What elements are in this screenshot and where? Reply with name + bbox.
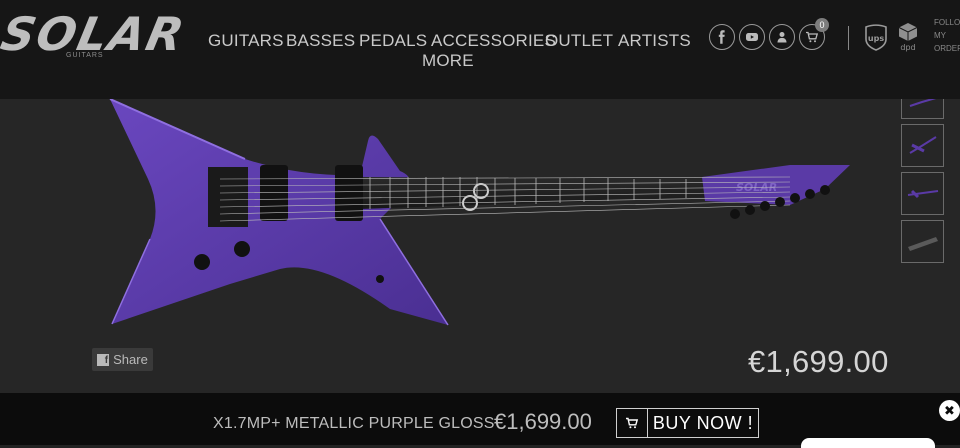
thumbnail-guitar-icon [907, 189, 939, 199]
ups-icon: ups [865, 24, 887, 51]
account-link[interactable] [769, 24, 795, 50]
buy-now-label: BUY NOW ! [652, 412, 754, 433]
header-divider [848, 26, 849, 50]
share-button[interactable]: f Share [92, 348, 153, 371]
nav-accessories[interactable]: ACCESSORIES [431, 31, 556, 51]
logo-text: SOLAR [0, 7, 191, 61]
logo-subtitle: GUITARS [66, 52, 104, 59]
product-gallery: SOLAR f Share €1,699.00 [0, 99, 960, 393]
dpd-text: dpd [900, 43, 915, 52]
thumbnail-case-icon [908, 237, 938, 251]
cart-icon [806, 31, 819, 43]
follow-line-1: FOLLO [934, 18, 960, 27]
facebook-icon [718, 30, 725, 44]
youtube-link[interactable] [739, 24, 765, 50]
sticky-product-price: €1,699.00 [494, 409, 592, 434]
buy-now-button[interactable]: BUY NOW ! [616, 408, 759, 438]
sticky-product-name: X1.7MP+ METALLIC PURPLE GLOSS [213, 415, 495, 432]
nav-artists[interactable]: ARTISTS [618, 31, 691, 51]
main-nav: GUITARS BASSES PEDALS ACCESSORIES OUTLET… [200, 28, 691, 72]
thumbnail-3[interactable] [901, 172, 944, 215]
thumbnail-guitar-icon [909, 99, 937, 107]
nav-outlet[interactable]: OUTLET [545, 31, 613, 51]
nav-more[interactable]: MORE [422, 51, 474, 71]
cart-count-badge: 0 [815, 18, 829, 32]
site-header: SOLAR GUITARS GUITARS BASSES PEDALS ACCE… [0, 0, 960, 99]
facebook-link[interactable] [709, 24, 735, 50]
guitar-image[interactable]: SOLAR [90, 99, 870, 329]
product-price: €1,699.00 [748, 344, 889, 379]
ups-text: ups [868, 34, 884, 43]
share-label: Share [113, 352, 148, 367]
chat-tab[interactable] [801, 438, 935, 448]
nav-pedals[interactable]: PEDALS [359, 31, 427, 51]
user-icon [777, 32, 787, 43]
close-icon[interactable]: ✖ [939, 400, 960, 421]
follow-order-link[interactable]: FOLLO MY ORDER [934, 16, 960, 55]
nav-basses[interactable]: BASSES [286, 31, 355, 51]
thumbnail-2[interactable] [901, 124, 944, 167]
youtube-icon [746, 33, 758, 41]
facebook-icon: f [97, 353, 110, 366]
thumbnail-1[interactable] [901, 99, 944, 119]
thumbnail-4[interactable] [901, 220, 944, 263]
sticky-buy-bar: X1.7MP+ METALLIC PURPLE GLOSS €1,699.00 … [0, 393, 960, 448]
follow-line-2: MY [934, 31, 946, 40]
cart-icon [617, 409, 648, 437]
follow-line-3: ORDER [934, 44, 960, 53]
nav-guitars[interactable]: GUITARS [208, 31, 284, 51]
dpd-icon: dpd [898, 23, 918, 52]
thumbnail-guitar-icon [909, 136, 937, 154]
solar-logo[interactable]: SOLAR GUITARS [0, 7, 190, 62]
